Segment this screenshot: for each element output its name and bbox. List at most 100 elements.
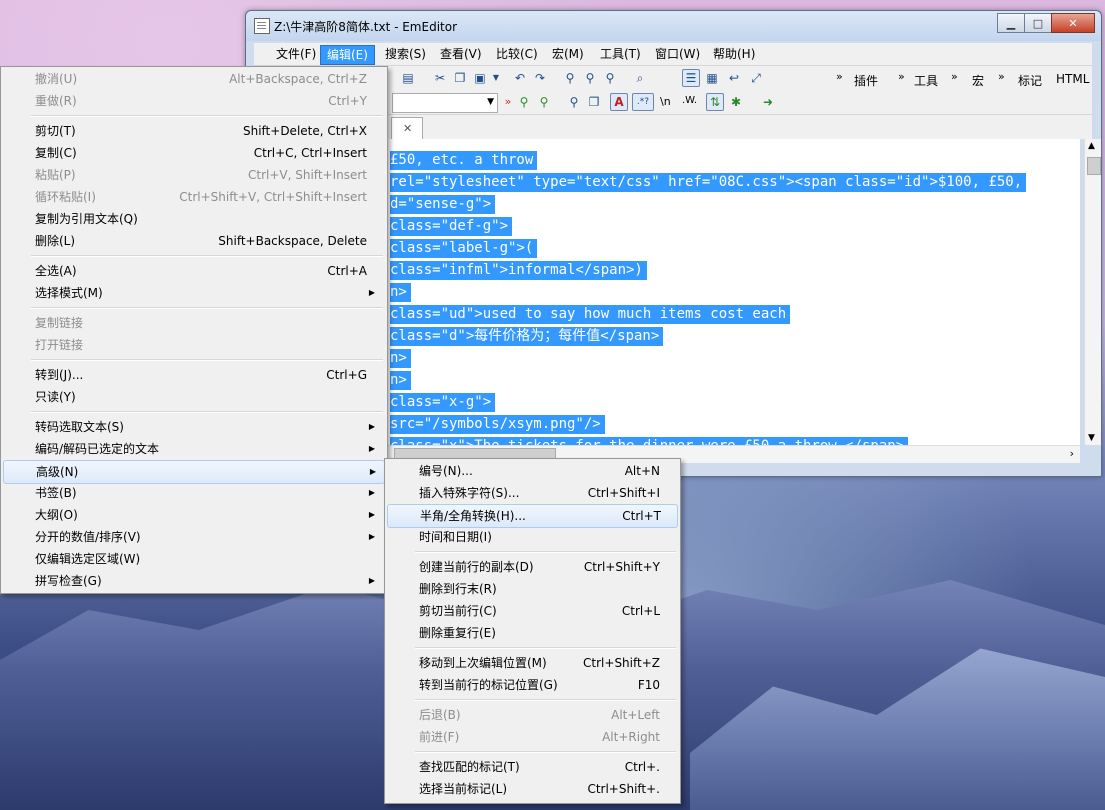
marks-toolbar-label[interactable]: 标记 [1018,72,1042,89]
menu-3[interactable]: 查看(V) [434,45,488,63]
advanced-menu-item[interactable]: 选择当前标记(L) Ctrl+Shift+. [387,778,676,800]
find-previous-green-icon[interactable]: ⚲ [536,94,552,110]
editor-line[interactable]: class="infml">informal</span>) [390,261,647,280]
copy-icon[interactable]: ❐ [452,70,468,86]
editor-line[interactable]: class="label-g">( [390,239,538,258]
advanced-menu-item[interactable]: 剪切当前行(C) Ctrl+L [387,600,676,622]
advanced-menu-item[interactable]: 插入特殊字符(S)... Ctrl+Shift+I [387,482,676,504]
regex-icon[interactable]: .*? [632,93,654,111]
redo-icon[interactable]: ↷ [532,70,548,86]
advanced-menu-item[interactable]: 转到当前行的标记位置(G) F10 [387,674,676,696]
close-button[interactable]: ✕ [1051,13,1095,33]
advanced-menu-item[interactable]: 编号(N)... Alt+N [387,460,676,482]
search-icon[interactable]: ⚲ [566,94,582,110]
advanced-menu-item[interactable]: 查找匹配的标记(T) Ctrl+. [387,756,676,778]
menu-8[interactable]: 帮助(H) [707,45,761,63]
match-case-icon[interactable]: A [610,93,628,111]
vertical-scroll-thumb[interactable] [1087,157,1101,175]
edit-menu-item[interactable]: 拼写检查(G) ▶ [3,570,383,592]
advanced-menu-item[interactable]: 删除到行末(R) [387,578,676,600]
find-previous-icon[interactable]: ⚲ [602,70,618,86]
vertical-scrollbar[interactable]: ▲ ▼ [1084,139,1101,445]
paste-icon[interactable]: ▣ [472,70,488,86]
edit-menu-item[interactable]: 大纲(O) ▶ [3,504,383,526]
cut-icon[interactable]: ✂ [432,70,448,86]
menu-2[interactable]: 搜索(S) [379,45,432,63]
toolbar-chevron-3[interactable]: » [951,70,958,83]
editor-line[interactable]: £50, etc. a throw [390,151,538,170]
find-in-files-icon[interactable]: ⌕ [632,70,648,86]
incremental-search-icon[interactable]: ⇅ [706,93,724,111]
edit-menu-item[interactable]: 选择模式(M) ▶ [3,282,383,304]
chevron-down-icon[interactable]: ▼ [487,97,494,107]
split-window-icon[interactable]: ▦ [704,70,720,86]
scroll-right-icon[interactable]: › [1070,447,1074,460]
edit-menu-item[interactable]: 编码/解码已选定的文本 ▶ [3,438,383,460]
find-next-green-icon[interactable]: ⚲ [516,94,532,110]
whole-word-icon[interactable]: .W. [682,95,697,106]
undo-icon[interactable]: ↶ [512,70,528,86]
advanced-menu-item[interactable]: 移动到上次编辑位置(M) Ctrl+Shift+Z [387,652,676,674]
macros-toolbar-label[interactable]: 宏 [972,72,984,89]
print-preview-icon[interactable]: ▤ [400,70,416,86]
editor-line[interactable]: class="ud">used to say how much items co… [390,305,791,324]
find-next-icon[interactable]: ⚲ [582,70,598,86]
maximize-button[interactable]: □ [1024,13,1052,33]
sync-scroll-icon[interactable]: ⤢ [748,70,764,86]
title-bar[interactable]: Z:\牛津高阶8简体.txt - EmEditor ▁ □ ✕ [246,11,1101,41]
find-icon[interactable]: ⚲ [562,70,578,86]
editor-line[interactable]: class="def-g"> [390,217,513,236]
editor-line[interactable]: src="/symbols/xsym.png"/> [390,415,605,434]
find-combo-box[interactable]: ▼ [392,93,498,113]
editor-line[interactable]: d="sense-g"> [390,195,496,214]
editor-line[interactable]: n> [390,371,411,390]
menu-4[interactable]: 比较(C) [490,45,544,63]
document-tab[interactable]: ✕ [391,117,423,140]
edit-menu-item[interactable]: 转码选取文本(S) ▶ [3,416,383,438]
advanced-menu-item[interactable]: 删除重复行(E) [387,622,676,644]
editor-line[interactable]: class="x">The tickets for the dinner wer… [390,437,909,445]
edit-menu-item[interactable]: 仅编辑选定区域(W) [3,548,383,570]
menu-0[interactable]: 文件(F) [270,45,322,63]
edit-menu-item[interactable]: 全选(A) Ctrl+A [3,260,383,282]
editor-line[interactable]: class="d">每件价格为；每件值</span> [390,327,664,346]
menu-5[interactable]: 宏(M) [546,45,590,63]
find-chevron-icon[interactable]: » [500,94,516,110]
toolbar-chevron-4[interactable]: » [998,70,1005,83]
wrap-icon[interactable]: ↩ [726,70,742,86]
editor-line[interactable]: rel="stylesheet" type="text/css" href="0… [390,173,1027,192]
editor-line[interactable]: n> [390,283,411,302]
edit-menu-item[interactable]: 剪切(T) Shift+Delete, Ctrl+X [3,120,383,142]
paste-dropdown-icon[interactable]: ▼ [488,70,504,86]
replace-icon[interactable]: ❐ [586,94,602,110]
edit-menu-item[interactable]: 高级(N) ▶ [3,460,385,484]
editor-line[interactable]: class="x-g"> [390,393,496,412]
edit-menu-item[interactable]: 只读(Y) [3,386,383,408]
menu-1[interactable]: 编辑(E) [320,45,375,65]
edit-menu-item[interactable]: 删除(L) Shift+Backspace, Delete [3,230,383,252]
menu-7[interactable]: 窗口(W) [649,45,706,63]
advanced-menu-item[interactable]: 时间和日期(I) [387,526,676,548]
minimize-button[interactable]: ▁ [997,13,1025,33]
editor-line[interactable]: n> [390,349,411,368]
highlight-search-icon[interactable]: ✱ [728,94,744,110]
edit-menu-item[interactable]: 分开的数值/排序(V) ▶ [3,526,383,548]
menu-6[interactable]: 工具(T) [594,45,647,63]
edit-menu-item[interactable]: 复制(C) Ctrl+C, Ctrl+Insert [3,142,383,164]
toolbar-chevron-2[interactable]: » [898,70,905,83]
arrow-right-icon[interactable]: ➜ [760,94,776,110]
edit-menu-item[interactable]: 复制为引用文本(Q) [3,208,383,230]
plugins-toolbar-label[interactable]: 插件 [854,72,878,89]
edit-menu-item[interactable]: 转到(J)... Ctrl+G [3,364,383,386]
scroll-up-icon[interactable]: ▲ [1088,141,1095,151]
highlight-icon[interactable]: ☰ [682,69,700,87]
html-toolbar-label[interactable]: HTML [1056,72,1089,86]
advanced-menu-item[interactable]: 创建当前行的副本(D) Ctrl+Shift+Y [387,556,676,578]
tab-close-icon[interactable]: ✕ [403,122,412,135]
toolbar-chevron-1[interactable]: » [836,70,843,83]
edit-menu-item[interactable]: 书签(B) ▶ [3,482,383,504]
escape-sequence-icon[interactable]: \n [660,95,671,108]
tools-toolbar-label[interactable]: 工具 [914,72,938,89]
scroll-down-icon[interactable]: ▼ [1088,433,1095,443]
advanced-menu-item[interactable]: 半角/全角转换(H)... Ctrl+T [387,504,678,528]
